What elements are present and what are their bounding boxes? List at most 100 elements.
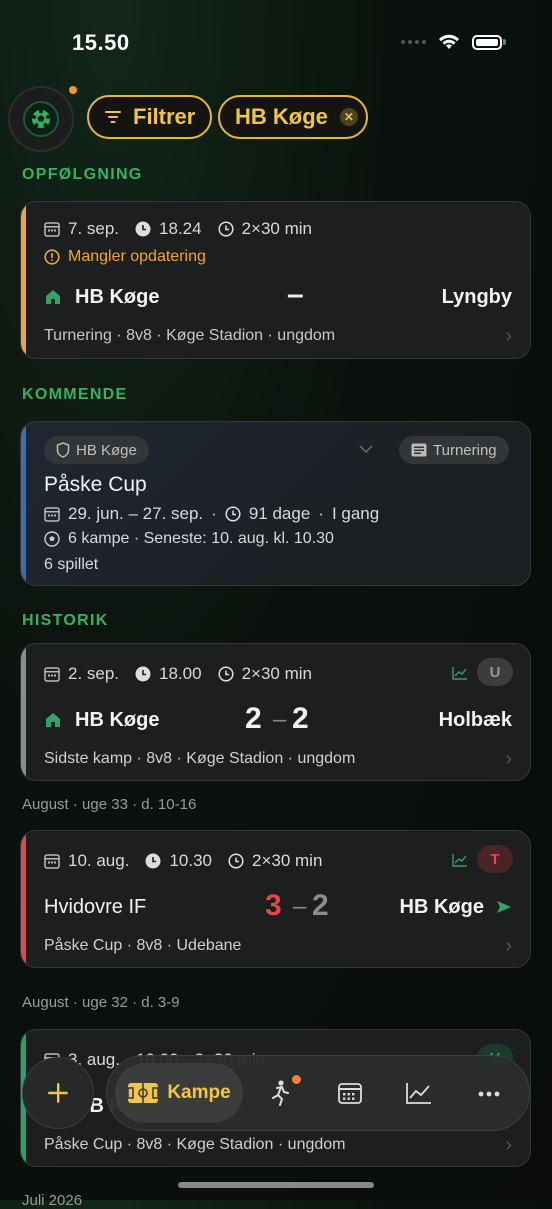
result-badge: T	[477, 845, 513, 873]
shield-icon	[56, 442, 70, 458]
score-separator: –	[273, 706, 287, 733]
home-team: Hvidovre IF	[44, 896, 147, 918]
card-accent	[21, 831, 26, 967]
week-header: August · uge 32 · d. 3-9	[22, 994, 180, 1011]
signal-icon	[401, 40, 426, 44]
calendar-icon	[44, 667, 60, 682]
club-pill-label: HB Køge	[76, 441, 137, 459]
tab-notification-dot	[292, 1075, 301, 1084]
away-team: Lyngby	[441, 286, 512, 308]
match-duration: 2×30 min	[241, 664, 313, 683]
trend-chart-icon	[452, 854, 467, 867]
section-history: HISTORIK	[22, 612, 109, 629]
home-icon	[46, 290, 60, 304]
tab-matches[interactable]: Kampe	[115, 1063, 243, 1123]
tournament-card[interactable]: HB Køge Turnering Påske Cup 29. jun. – 2…	[20, 421, 531, 586]
remove-filter-icon[interactable]: ✕	[339, 108, 358, 126]
match-score: –	[287, 278, 304, 311]
match-duration: 2×30 min	[252, 851, 323, 870]
section-upcoming: KOMMENDE	[22, 386, 128, 403]
match-time: 10.30	[169, 851, 212, 870]
history-match-card[interactable]: 10. aug. 10.30 2×30 min T Hvidovre IF 3 …	[20, 830, 531, 968]
club-filter-chip[interactable]: HB Køge ✕	[218, 95, 368, 139]
timer-icon	[218, 666, 234, 682]
clock-filled-icon	[135, 221, 151, 237]
wifi-icon	[439, 34, 459, 49]
chevron-down-icon[interactable]	[358, 444, 374, 454]
home-icon	[46, 713, 60, 727]
chevron-right-icon: ›	[505, 935, 512, 957]
calendar-tab-icon[interactable]	[338, 1082, 362, 1104]
tab-matches-label: Kampe	[167, 1082, 231, 1103]
team-avatar-button[interactable]	[8, 86, 74, 152]
warning-circle-icon	[44, 249, 60, 265]
away-score: 2	[312, 889, 329, 922]
filter-button[interactable]: Filtrer	[87, 95, 212, 139]
match-time: 18.24	[159, 219, 202, 238]
tab-bar: Kampe	[106, 1055, 530, 1131]
soccer-ball-icon	[32, 109, 50, 128]
clock-filled-icon	[135, 666, 151, 682]
followup-match-card[interactable]: 7. sep. 18.24 2×30 min Mangler opdaterin…	[20, 201, 531, 359]
home-score: 2	[245, 702, 262, 735]
result-badge: U	[477, 658, 513, 686]
status-icons	[401, 34, 506, 50]
timer-icon	[218, 221, 234, 237]
away-score: 2	[292, 702, 309, 735]
calendar-icon	[44, 507, 60, 522]
warning-row: Mangler opdatering	[44, 248, 206, 266]
score-separator: –	[293, 893, 307, 920]
tournament-dates-row: 29. jun. – 27. sep. · 91 dage · I gang	[44, 504, 379, 524]
type-pill: Turnering	[399, 436, 509, 464]
filter-lines-icon	[105, 111, 121, 123]
home-team: HB Køge	[75, 709, 160, 731]
tournament-matches-row: 6 kampe · Seneste: 10. aug. kl. 10.30	[44, 530, 334, 548]
timer-icon	[228, 853, 244, 869]
add-match-button[interactable]	[22, 1057, 94, 1129]
timer-icon	[225, 506, 241, 522]
match-date: 2. sep.	[68, 664, 120, 683]
week-header: August · uge 33 · d. 10-16	[22, 796, 197, 813]
chevron-right-icon: ›	[505, 1134, 512, 1156]
warning-text: Mangler opdatering	[68, 248, 206, 265]
section-followup: OPFØLGNING	[22, 166, 143, 183]
list-icon	[411, 443, 427, 457]
tournament-duration: 91 dage	[248, 504, 311, 523]
tournament-status: I gang	[331, 504, 380, 523]
match-details: Sidste kamp · 8v8 · Køge Stadion · ungdo…	[44, 750, 356, 767]
match-duration: 2×30 min	[241, 219, 313, 238]
card-accent	[21, 644, 26, 780]
clock-filled-icon	[145, 853, 161, 869]
history-match-card[interactable]: 2. sep. 18.00 2×30 min U HB Køge 2 – 2 H…	[20, 643, 531, 781]
running-person-icon[interactable]	[267, 1078, 291, 1106]
club-filter-label: HB Køge	[235, 104, 328, 129]
match-details: Påske Cup · 8v8 · Køge Stadion · ungdom	[44, 1136, 346, 1153]
pitch-icon	[127, 1083, 160, 1103]
more-dots-icon[interactable]	[478, 1091, 500, 1097]
card-accent	[21, 422, 26, 585]
match-details: Påske Cup · 8v8 · Udebane	[44, 937, 242, 954]
notification-dot	[69, 86, 77, 94]
tournament-dates: 29. jun. – 27. sep.	[68, 504, 204, 523]
filter-label: Filtrer	[133, 104, 196, 129]
match-meta: 2. sep. 18.00 2×30 min	[44, 664, 312, 684]
battery-icon	[472, 34, 502, 50]
plane-icon	[497, 901, 511, 913]
plus-icon	[48, 1083, 68, 1103]
calendar-icon	[44, 222, 60, 237]
calendar-icon	[44, 854, 60, 869]
home-indicator	[178, 1182, 374, 1188]
chevron-right-icon: ›	[505, 748, 512, 770]
stats-chart-icon[interactable]	[406, 1082, 432, 1104]
month-header: Juli 2026	[22, 1192, 83, 1209]
home-score: 3	[265, 889, 282, 922]
away-team: HB Køge	[399, 896, 484, 918]
card-accent	[21, 202, 26, 358]
soccer-ball-icon	[44, 531, 60, 547]
chevron-right-icon: ›	[505, 325, 512, 347]
match-meta: 7. sep. 18.24 2×30 min	[44, 219, 312, 239]
tournament-matches: 6 kampe · Seneste: 10. aug. kl. 10.30	[68, 530, 334, 547]
match-date: 7. sep.	[68, 219, 120, 238]
home-team: HB Køge	[75, 286, 160, 308]
match-details: Turnering · 8v8 · Køge Stadion · ungdom	[44, 327, 336, 344]
